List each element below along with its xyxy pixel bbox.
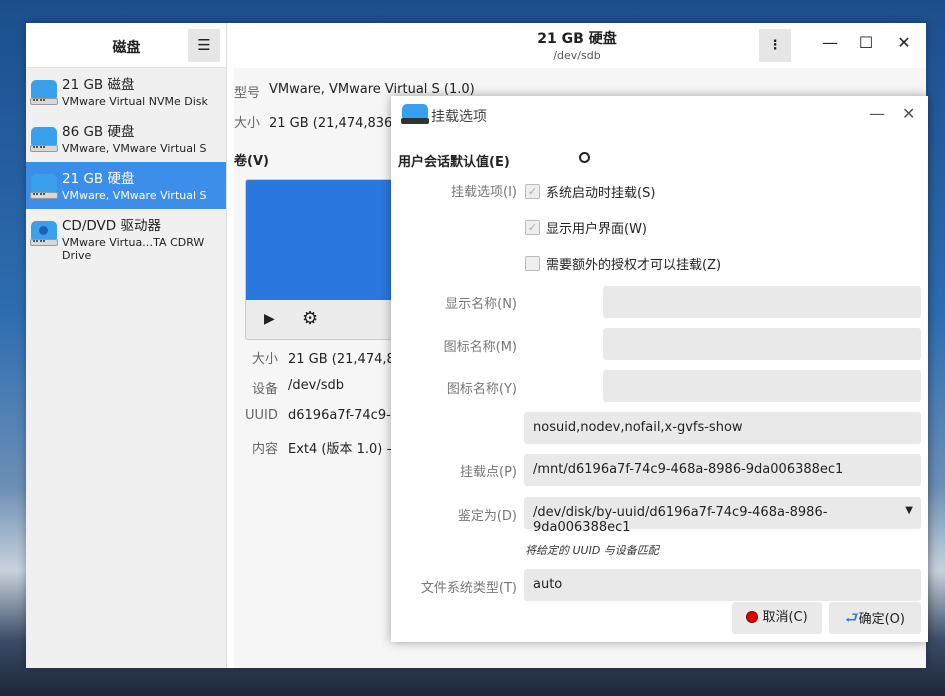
checkbox-label: 系统启动时挂载(S)	[546, 186, 656, 201]
dropdown-arrow-icon: ▼	[905, 505, 913, 516]
disk-icon	[30, 127, 58, 153]
vol-size-label: 大小	[252, 352, 279, 367]
gear-icon[interactable]: ⚙	[302, 308, 318, 329]
sidebar-item-optical[interactable]: CD/DVD 驱动器 VMware Virtua…TA CDRW Drive	[26, 209, 226, 262]
checkbox-label: 需要额外的授权才可以挂载(Z)	[546, 258, 722, 273]
dialog-title: 挂载选项	[431, 109, 487, 125]
maximize-button[interactable]: ☐	[854, 33, 878, 52]
item-title: CD/DVD 驱动器	[62, 218, 161, 234]
disk-icon	[30, 174, 58, 200]
drive-menu-button[interactable]: ⋮	[759, 29, 791, 62]
item-subtitle: VMware, VMware Virtual S	[62, 142, 207, 155]
ok-button[interactable]: ⮐确定(O)	[829, 602, 921, 634]
fstype-label: 文件系统类型(T)	[420, 581, 517, 596]
checkbox-label: 显示用户界面(W)	[546, 222, 647, 237]
stop-icon	[746, 611, 759, 623]
enter-arrow-icon: ⮐	[845, 609, 859, 627]
symbolic-icon-input[interactable]	[603, 370, 921, 402]
identify-as-value: /dev/disk/by-uuid/d6196a7f-74c9-468a-898…	[533, 505, 828, 535]
model-label: 型号	[234, 86, 261, 101]
hamburger-menu-button[interactable]: ☰	[188, 29, 220, 62]
disk-icon	[401, 104, 429, 130]
content-label: 内容	[252, 442, 279, 457]
item-subtitle: VMware Virtua…TA CDRW Drive	[62, 236, 205, 262]
mount-point-label: 挂载点(P)	[460, 465, 517, 480]
item-title: 21 GB 磁盘	[62, 77, 135, 93]
close-button[interactable]: ✕	[892, 33, 916, 52]
optical-drive-icon	[30, 221, 58, 247]
mount-options-label: 挂载选项(I)	[451, 185, 517, 200]
model-value: VMware, VMware Virtual S (1.0)	[269, 82, 475, 97]
minimize-button[interactable]: —	[818, 33, 842, 52]
close-button[interactable]: ✕	[902, 104, 915, 123]
item-title: 86 GB 硬盘	[62, 124, 135, 140]
mount-at-startup-checkbox[interactable]: ✓	[525, 184, 540, 199]
cancel-button[interactable]: 取消(C)	[732, 602, 822, 634]
fstype-input[interactable]: auto	[524, 569, 921, 601]
device-label: 设备	[252, 382, 279, 397]
sidebar: 磁盘 ☰ 21 GB 磁盘 VMware Virtual NVMe Disk 86…	[26, 23, 227, 668]
display-name-input[interactable]	[603, 286, 921, 318]
uuid-label: UUID	[245, 408, 278, 423]
mount-play-icon[interactable]: ▶	[264, 311, 275, 327]
symbolic-icon-label: 图标名称(Y)	[446, 382, 517, 397]
minimize-button[interactable]: —	[869, 104, 885, 123]
mount-options-input[interactable]: nosuid,nodev,nofail,x-gvfs-show	[524, 412, 921, 444]
disk-icon	[30, 80, 58, 106]
sidebar-item-disk-0[interactable]: 21 GB 磁盘 VMware Virtual NVMe Disk	[26, 68, 226, 115]
icon-name-input[interactable]	[603, 328, 921, 360]
user-defaults-switch[interactable]	[579, 152, 590, 163]
sidebar-item-disk-2[interactable]: 21 GB 硬盘 VMware, VMware Virtual S	[26, 162, 226, 209]
identify-as-dropdown[interactable]: /dev/disk/by-uuid/d6196a7f-74c9-468a-898…	[524, 497, 921, 535]
mount-options-dialog: 挂载选项 — ✕ 用户会话默认值(E) 挂载选项(I) ✓ 系统启动时挂载(S) …	[391, 96, 928, 642]
display-name-label: 显示名称(N)	[445, 297, 517, 312]
header-bar: 21 GB 硬盘 /dev/sdb ⋮ — ☐ ✕	[228, 23, 926, 68]
sidebar-item-disk-1[interactable]: 86 GB 硬盘 VMware, VMware Virtual S	[26, 115, 226, 162]
require-auth-checkbox[interactable]	[525, 256, 540, 271]
icon-name-label: 图标名称(M)	[443, 340, 517, 355]
identify-as-label: 鉴定为(D)	[457, 509, 517, 524]
mount-point-input[interactable]: /mnt/d6196a7f-74c9-468a-8986-9da006388ec…	[524, 454, 921, 486]
show-in-ui-checkbox[interactable]: ✓	[525, 220, 540, 235]
ok-label: 确定(O)	[858, 612, 905, 627]
size-label: 大小	[234, 116, 261, 131]
user-defaults-label: 用户会话默认值(E)	[398, 155, 510, 170]
item-subtitle: VMware, VMware Virtual S	[62, 189, 207, 202]
identify-hint: 将给定的 UUID 与设备匹配	[525, 544, 659, 557]
item-subtitle: VMware Virtual NVMe Disk	[62, 95, 208, 108]
device-value: /dev/sdb	[288, 378, 344, 393]
item-title: 21 GB 硬盘	[62, 171, 135, 187]
cancel-label: 取消(C)	[762, 610, 808, 625]
volumes-heading: 卷(V)	[234, 154, 269, 169]
